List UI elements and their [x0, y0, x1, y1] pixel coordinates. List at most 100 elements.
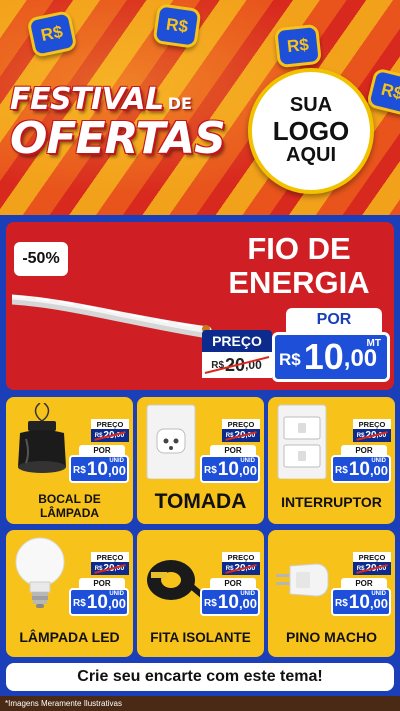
new-price-currency: R$ — [279, 350, 301, 369]
old-price-value: R$ 20 ,00 — [202, 352, 272, 378]
new-price-dec: ,00 — [369, 596, 389, 611]
featured-offer[interactable]: -50% FIO DE ENERGIA POR PREÇO R$ 20 ,00 … — [6, 222, 394, 390]
coin-icon: R$ — [274, 23, 322, 69]
logo-placeholder[interactable]: SUA LOGO AQUI — [248, 68, 374, 194]
old-price-currency: R$ — [94, 432, 103, 439]
old-price-value: R$ 20,00 — [222, 429, 260, 442]
ofertas-word: OFERTAS — [10, 113, 226, 164]
header-banner: R$ R$ R$ R$ FESTIVAL DE OFERTAS SUA LOGO… — [0, 0, 400, 215]
product-name-line2: LÂMPADA — [39, 506, 100, 520]
price-unit: UNID — [371, 458, 386, 464]
old-price-currency: R$ — [225, 432, 234, 439]
new-price-currency: R$ — [335, 598, 348, 609]
new-price-currency: R$ — [335, 465, 348, 476]
old-price-dec: ,00 — [245, 432, 256, 439]
product-card-interruptor[interactable]: PREÇO R$ 20,00 POR R$ 10,00 UNID INTERRUPT… — [268, 397, 395, 524]
tape-icon — [147, 560, 205, 600]
product-card-pino-macho[interactable]: PREÇO R$ 20,00 POR R$ 10,00 UNID PINO MACH… — [268, 530, 395, 657]
new-price-dec: ,00 — [343, 345, 378, 372]
new-price-currency: R$ — [73, 465, 86, 476]
old-price-dec: ,00 — [376, 432, 387, 439]
discount-badge: -50% — [14, 242, 68, 276]
disclaimer-text: *Imagens Meramente Ilustrativas — [0, 696, 400, 711]
price-unit: UNID — [109, 591, 124, 597]
new-price-dec: ,00 — [107, 463, 127, 478]
new-price: R$ 10 ,00 MT — [272, 332, 390, 382]
old-price-currency: R$ — [225, 565, 234, 572]
new-price-int: 10 — [348, 592, 370, 613]
old-price-value: R$ 20,00 — [353, 562, 391, 575]
old-price-value: R$ 20,00 — [91, 429, 129, 442]
led-bulb-icon — [15, 537, 65, 608]
old-price-label: PREÇO — [91, 552, 129, 562]
old-price-label: PREÇO — [222, 552, 260, 562]
festival-word: FESTIVAL — [10, 82, 164, 117]
old-price-int: 20 — [365, 563, 377, 574]
old-price-label: PREÇO — [202, 330, 272, 352]
price-unit: UNID — [240, 591, 255, 597]
old-price-value: R$ 20,00 — [91, 562, 129, 575]
new-price-int: 10 — [348, 459, 370, 480]
coin-icon: R$ — [365, 67, 400, 117]
wire-icon — [12, 294, 212, 340]
old-price: PREÇO R$ 20,00 — [91, 419, 129, 442]
product-name: FITA ISOLANTE — [150, 630, 251, 645]
coin-icon: R$ — [26, 9, 78, 59]
new-price-dec: ,00 — [107, 596, 127, 611]
logo-text-line2: LOGO — [272, 115, 350, 146]
new-price: R$ 10,00 UNID — [69, 455, 129, 483]
price-unit: UNID — [371, 591, 386, 597]
product-card-bocal[interactable]: PREÇO R$ 20,00 POR R$ 10,00 UNID BOCAL DE … — [6, 397, 133, 524]
product-card-tomada[interactable]: PREÇO R$ 20,00 POR R$ 10,00 UNID TOMADA — [137, 397, 264, 524]
old-price-dec: ,00 — [376, 565, 387, 572]
old-price-int: 20 — [103, 430, 115, 441]
product-card-lampada-led[interactable]: PREÇO R$ 20,00 POR R$ 10,00 UNID LÂMPADA L… — [6, 530, 133, 657]
plug-icon — [276, 563, 329, 597]
new-price: R$ 10,00 UNID — [331, 588, 391, 616]
old-price: PREÇO R$ 20,00 — [222, 419, 260, 442]
featured-title: FIO DE ENERGIA — [214, 232, 384, 300]
old-price-int: 20 — [103, 563, 115, 574]
new-price-currency: R$ — [73, 598, 86, 609]
outlet-icon — [146, 404, 196, 479]
new-price: R$ 10,00 UNID — [69, 588, 129, 616]
old-price-currency: R$ — [211, 359, 225, 371]
old-price-value: R$ 20,00 — [222, 562, 260, 575]
logo-text-line1: SUA — [289, 94, 333, 117]
price-unit: MT — [366, 338, 381, 349]
new-price: R$ 10,00 UNID — [200, 455, 260, 483]
product-card-fita-isolante[interactable]: PREÇO R$ 20,00 POR R$ 10,00 UNID FITA ISOL… — [137, 530, 264, 657]
old-price-label: PREÇO — [222, 419, 260, 429]
festival-de: DE — [167, 94, 192, 113]
old-price-currency: R$ — [94, 565, 103, 572]
new-price-int: 10 — [217, 459, 239, 480]
featured-title-line1: FIO DE — [247, 231, 351, 266]
new-price-int: 10 — [217, 592, 239, 613]
new-price-int: 10 — [303, 336, 344, 377]
new-price-dec: ,00 — [238, 463, 258, 478]
old-price-int: 20 — [234, 563, 246, 574]
new-price-dec: ,00 — [369, 463, 389, 478]
old-price-label: PREÇO — [353, 552, 391, 562]
new-price-currency: R$ — [204, 465, 217, 476]
create-flyer-button[interactable]: Crie seu encarte com este tema! — [6, 663, 394, 691]
product-name: PINO MACHO — [286, 629, 377, 645]
socket-icon — [18, 403, 66, 473]
product-name: BOCAL DE LÂMPADA — [6, 492, 133, 520]
old-price-label: PREÇO — [353, 419, 391, 429]
switch-icon — [277, 404, 327, 479]
old-price-dec: ,00 — [245, 565, 256, 572]
old-price-dec: ,00 — [114, 432, 125, 439]
new-price-int: 10 — [86, 592, 108, 613]
old-price-dec: ,00 — [245, 358, 262, 372]
new-price: R$ 10,00 UNID — [331, 455, 391, 483]
old-price: PREÇO R$ 20 ,00 — [202, 330, 272, 382]
old-price: PREÇO R$ 20,00 — [353, 419, 391, 442]
old-price-currency: R$ — [356, 565, 365, 572]
product-name: TOMADA — [154, 490, 247, 513]
old-price-int: 20 — [365, 430, 377, 441]
product-name-line1: BOCAL DE — [38, 492, 101, 506]
old-price-int: 20 — [225, 354, 246, 375]
old-price-currency: R$ — [356, 432, 365, 439]
old-price: PREÇO R$ 20,00 — [222, 552, 260, 575]
